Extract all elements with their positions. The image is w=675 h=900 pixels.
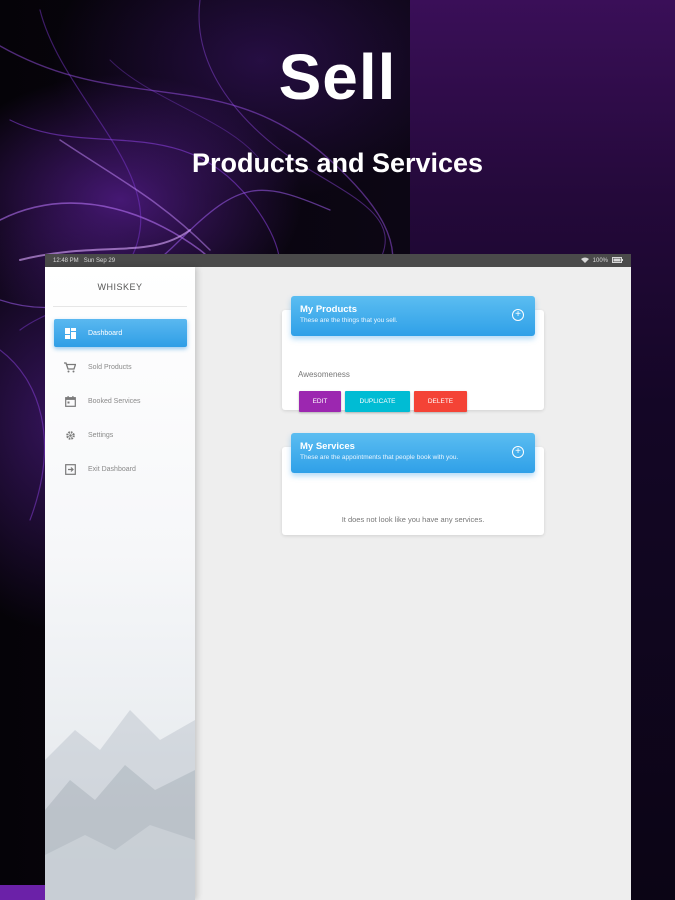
products-card-header: My Products These are the things that yo… xyxy=(291,296,535,336)
services-card: My Services These are the appointments t… xyxy=(282,433,544,535)
add-circle-icon: + xyxy=(515,309,521,320)
delete-button[interactable]: DELETE xyxy=(414,391,467,412)
services-empty-message: It does not look like you have any servi… xyxy=(341,515,485,524)
sidebar: WHISKEY Dashboard Sold Products Booked S… xyxy=(45,267,195,900)
product-name: Awesomeness xyxy=(298,370,350,379)
hero-title: Sell xyxy=(278,41,397,113)
edit-button[interactable]: EDIT xyxy=(299,391,341,412)
products-card-description: These are the things that you sell. xyxy=(300,317,398,324)
sidebar-item-booked-services[interactable]: Booked Services xyxy=(54,387,187,415)
corner-accent-bar xyxy=(0,885,45,900)
products-card-title: My Products xyxy=(300,304,358,315)
status-battery: 100% xyxy=(592,257,608,264)
sidebar-item-label: Sold Products xyxy=(88,363,132,371)
services-card-header: My Services These are the appointments t… xyxy=(291,433,535,473)
tablet-screen: 12:48 PM Sun Sep 29 100% WHISKEY Dashboa… xyxy=(45,254,631,900)
cart-icon xyxy=(64,361,76,373)
status-bar: 12:48 PM Sun Sep 29 100% xyxy=(45,254,631,267)
sidebar-item-settings[interactable]: Settings xyxy=(54,421,187,449)
products-card: My Products These are the things that yo… xyxy=(282,296,544,412)
sidebar-item-dashboard[interactable]: Dashboard xyxy=(54,319,187,347)
status-time: 12:48 PM xyxy=(53,257,79,264)
add-circle-icon: + xyxy=(515,446,521,457)
wifi-icon xyxy=(580,257,589,265)
battery-icon xyxy=(612,256,623,265)
duplicate-button[interactable]: DUPLICATE xyxy=(345,391,410,412)
dashboard-icon xyxy=(64,327,76,339)
sidebar-item-exit-dashboard[interactable]: Exit Dashboard xyxy=(54,455,187,483)
add-product-button[interactable]: + xyxy=(512,309,524,321)
gear-icon xyxy=(64,429,76,441)
calendar-icon xyxy=(64,395,76,407)
services-card-description: These are the appointments that people b… xyxy=(300,454,459,461)
services-card-title: My Services xyxy=(300,441,355,452)
mountain-backdrop xyxy=(45,710,195,900)
add-service-button[interactable]: + xyxy=(512,446,524,458)
exit-icon xyxy=(64,463,76,475)
sidebar-item-label: Exit Dashboard xyxy=(88,465,136,473)
hero-subtitle: Products and Services xyxy=(191,148,484,178)
sidebar-item-sold-products[interactable]: Sold Products xyxy=(54,353,187,381)
brand-name: WHISKEY xyxy=(53,267,187,307)
status-date: Sun Sep 29 xyxy=(83,257,116,264)
sidebar-item-label: Settings xyxy=(88,431,114,439)
sidebar-item-label: Dashboard xyxy=(88,329,123,337)
sidebar-nav: Dashboard Sold Products Booked Services … xyxy=(45,319,195,483)
sidebar-item-label: Booked Services xyxy=(88,397,141,405)
